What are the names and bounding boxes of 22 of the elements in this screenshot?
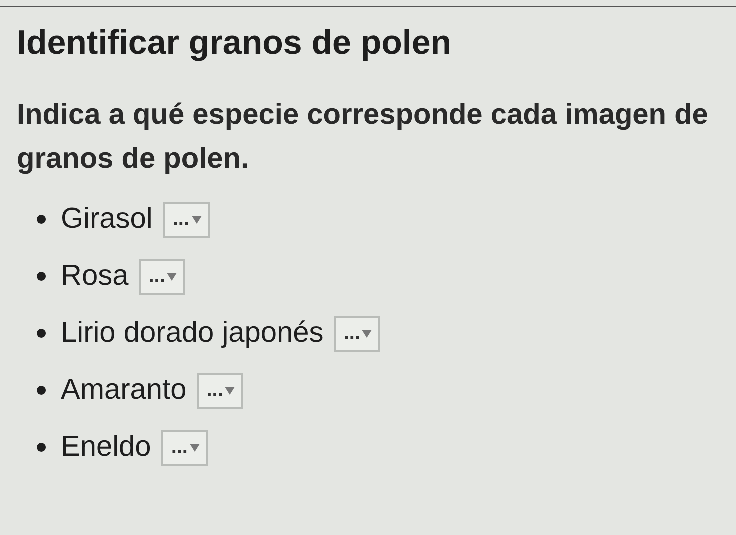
page-title: Identificar granos de polen [17, 23, 453, 64]
caret-icon [167, 272, 178, 281]
bullet-icon [37, 329, 46, 338]
item-label: Amaranto [61, 374, 187, 407]
answer-dropdown[interactable]: ... [196, 372, 244, 408]
caret-icon [192, 215, 202, 224]
answer-dropdown[interactable]: ... [334, 316, 380, 352]
caret-icon [362, 329, 372, 338]
caret-icon [225, 386, 236, 395]
item-label: Girasol [61, 203, 153, 236]
caret-icon [190, 443, 200, 452]
item-label: Lirio dorado japonés [61, 317, 324, 350]
answer-dropdown[interactable]: ... [161, 430, 208, 466]
item-label: Eneldo [61, 431, 152, 464]
bullet-icon [37, 215, 46, 224]
answer-dropdown[interactable]: ... [138, 258, 186, 294]
instructions-text: Indica a qué especie corresponde cada imagen de granos de polen. [17, 98, 710, 177]
bullet-icon [37, 272, 46, 281]
answer-dropdown[interactable]: ... [162, 202, 210, 238]
bullet-icon [37, 386, 46, 395]
item-label: Rosa [61, 260, 129, 293]
bullet-icon [37, 443, 46, 452]
